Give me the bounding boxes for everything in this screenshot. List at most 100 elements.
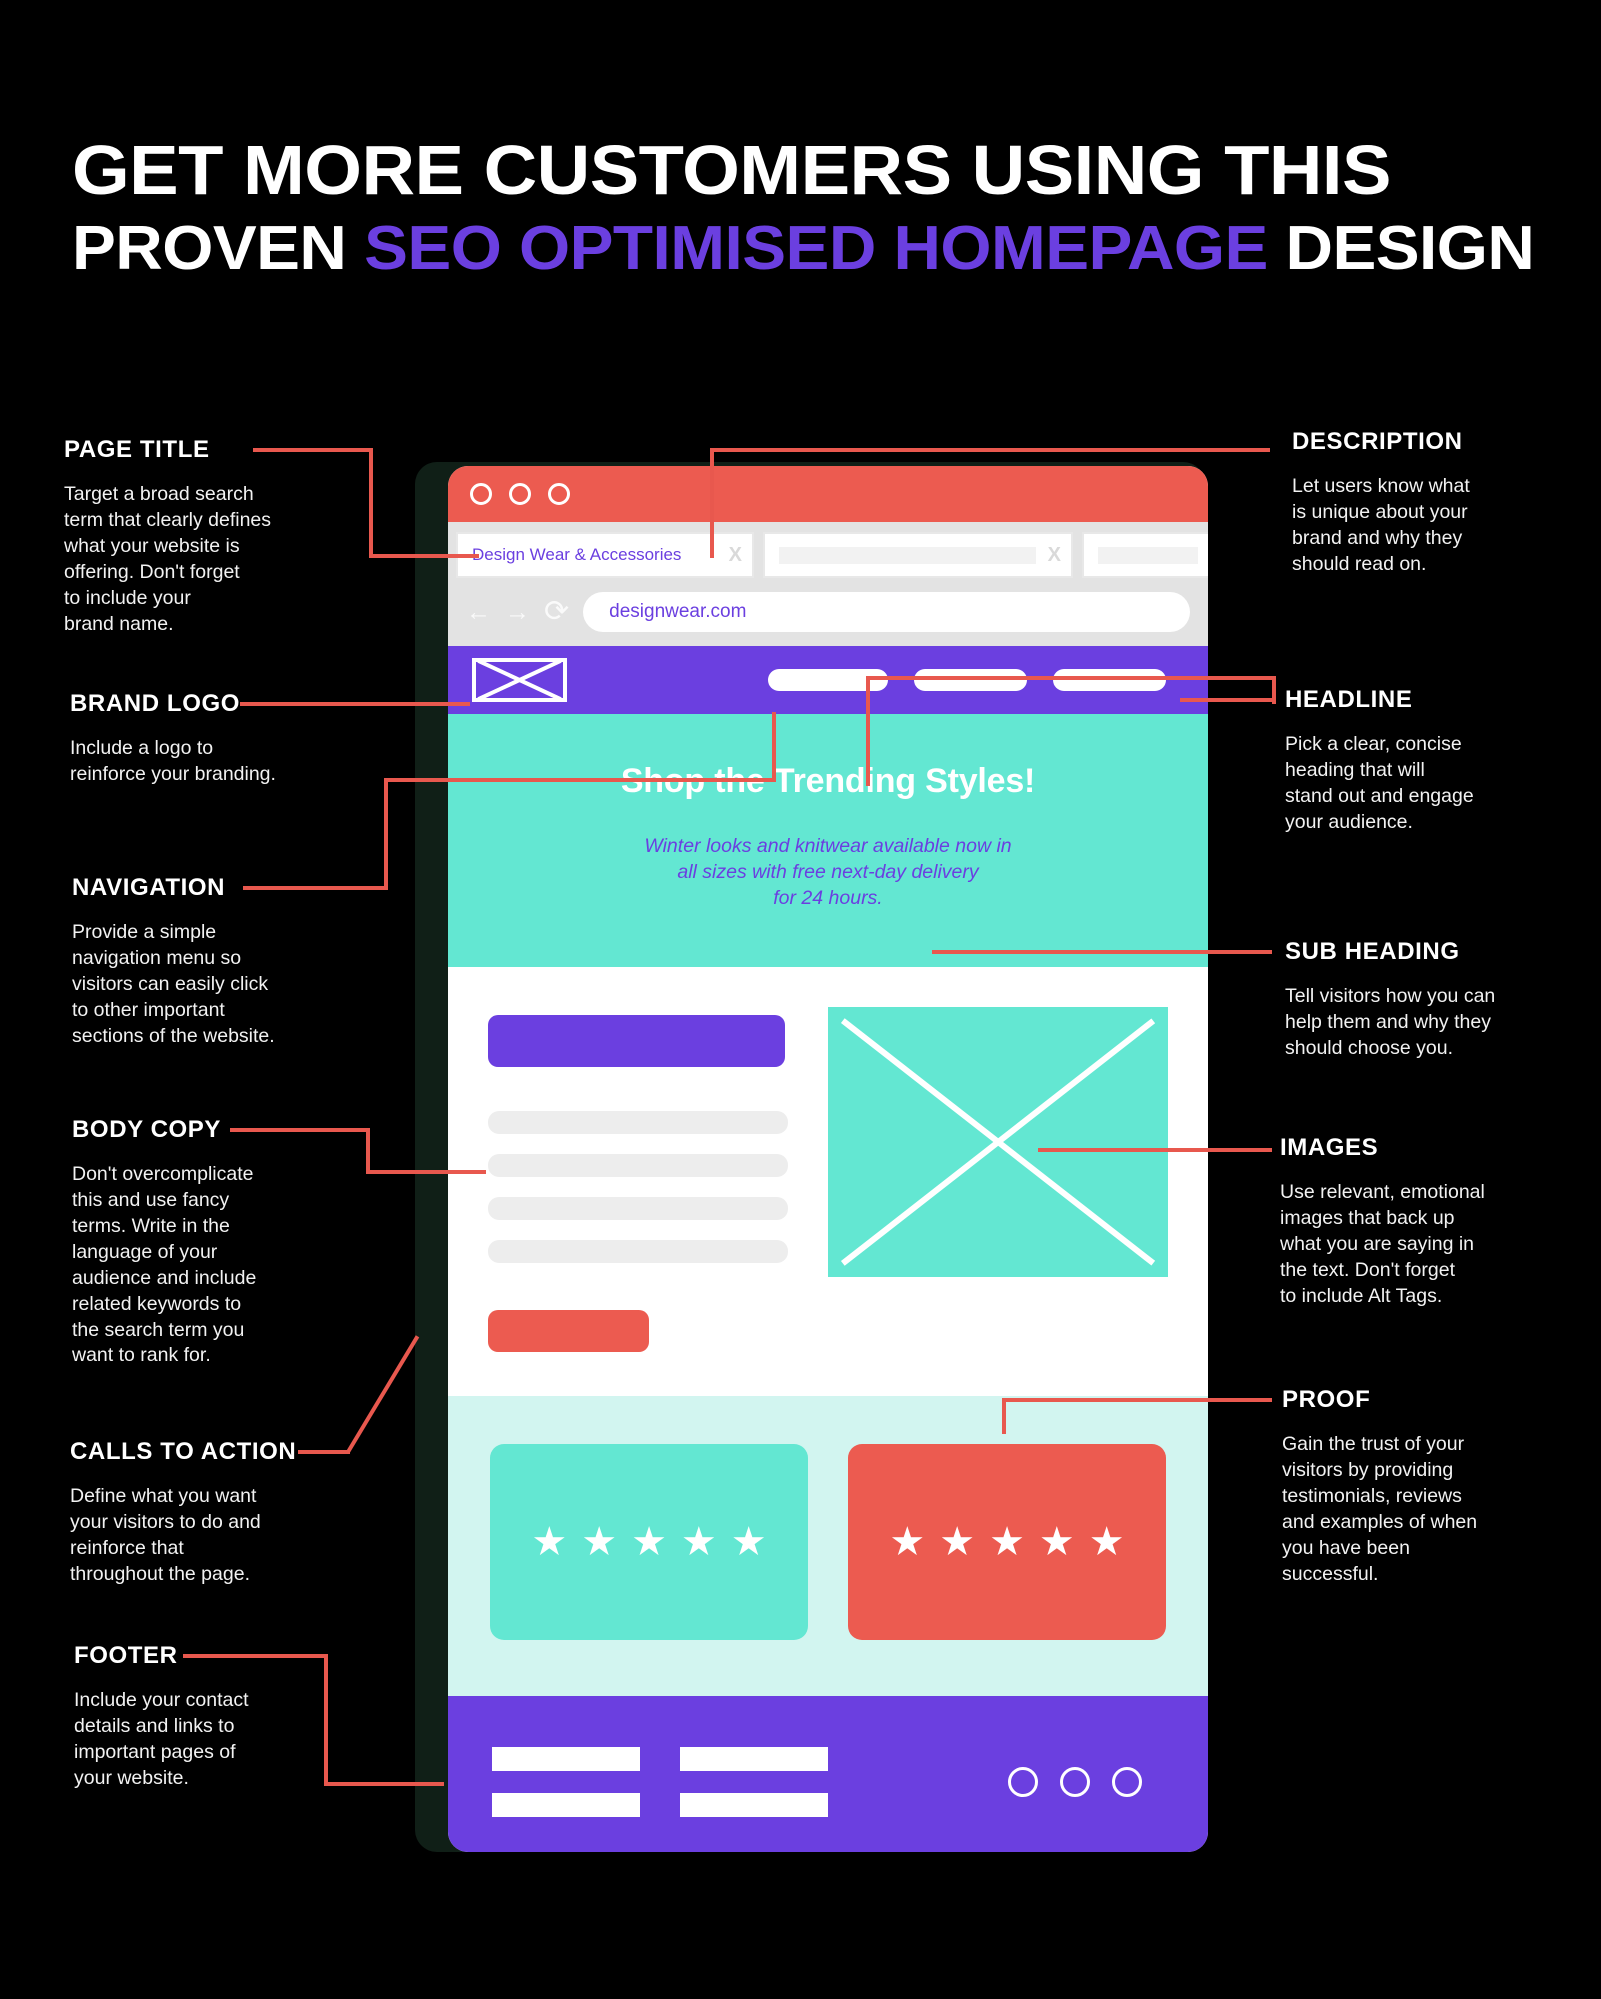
annotation-proof: PROOF Gain the trust of your visitors by… [1282,1386,1572,1588]
tab-close-icon[interactable]: X [1048,544,1061,567]
site-nav-links [768,669,1184,691]
star-icon: ★ [1038,1520,1075,1565]
annotation-page-title: PAGE TITLE Target a broad search term th… [64,436,354,638]
social-icon-2[interactable] [1060,1767,1090,1798]
annotation-images: IMAGES Use relevant, emotional images th… [1280,1134,1570,1310]
browser-urlbar: ← → ⟳ designwear.com [448,578,1208,646]
back-arrow-icon[interactable]: ← [466,599,491,625]
reload-icon[interactable]: ⟳ [544,597,569,627]
annotation-heading: FOOTER [74,1642,178,1669]
forward-arrow-icon[interactable]: → [505,599,530,625]
annotation-body: Use relevant, emotional images that back… [1280,1181,1485,1307]
tab-title-placeholder [779,546,1036,564]
social-icon-3[interactable] [1112,1767,1142,1798]
browser-tab-2[interactable]: X [763,532,1073,578]
footer-social-icons [1008,1767,1164,1798]
title-line-2-accent: SEO OPTIMISED HOMEPAGE [364,213,1268,283]
body-text-placeholder [488,1111,788,1264]
footer-link-3[interactable] [680,1747,828,1772]
star-icon: ★ [581,1520,618,1565]
browser-mockup: Design Wear & Accessories X X ← → ⟳ desi… [448,466,1208,1852]
title-line-1: GET MORE CUSTOMERS USING THIS [72,131,1392,209]
star-icon: ★ [631,1520,667,1565]
site-proof-section: ★ ★ ★ ★ ★ ★ ★ ★ ★ ★ [448,1396,1208,1697]
testimonial-card-1: ★ ★ ★ ★ ★ [490,1444,808,1641]
annotation-description: DESCRIPTION Let users know what is uniqu… [1292,428,1572,578]
minimize-dot-icon[interactable] [509,483,531,505]
star-icon: ★ [730,1520,767,1565]
title-line-2: PROVEN SEO OPTIMISED HOMEPAGE DESIGN [72,217,1601,280]
hero-sub-line-2: all sizes with free next-day delivery [677,861,979,884]
maximize-dot-icon[interactable] [548,483,570,505]
footer-link-2[interactable] [492,1793,640,1818]
footer-link-4[interactable] [680,1793,828,1818]
site-navbar [448,646,1208,714]
annotation-sub-heading: SUB HEADING Tell visitors how you can he… [1285,938,1575,1062]
body-text-line [488,1111,788,1135]
url-input[interactable]: designwear.com [583,592,1190,632]
annotation-heading: SUB HEADING [1285,938,1460,965]
footer-column-1 [492,1747,640,1818]
star-icon: ★ [1088,1520,1125,1565]
body-text-line [488,1154,788,1178]
annotation-navigation: NAVIGATION Provide a simple navigation m… [72,874,372,1050]
annotation-heading: BODY COPY [72,1116,221,1143]
star-icon: ★ [989,1520,1025,1565]
browser-tabstrip: Design Wear & Accessories X X [448,522,1208,578]
browser-tab-3[interactable] [1082,532,1208,578]
annotation-headline: HEADLINE Pick a clear, concise heading t… [1285,686,1565,836]
title-line-2-post: DESIGN [1267,213,1535,283]
annotation-body: Include your contact details and links t… [74,1689,249,1789]
body-text-line [488,1240,788,1264]
annotation-body-copy: BODY COPY Don't overcomplicate this and … [72,1116,372,1369]
site-body-right [828,1007,1168,1352]
cta-button[interactable] [488,1310,649,1353]
annotation-body: Provide a simple navigation menu so visi… [72,921,275,1047]
site-hero: Shop the Trending Styles! Winter looks a… [448,714,1208,968]
title-line-2-pre: PROVEN [72,213,365,283]
close-dot-icon[interactable] [470,483,492,505]
annotation-body: Define what you want your visitors to do… [70,1485,261,1585]
annotation-heading: CALLS TO ACTION [70,1438,297,1465]
annotation-body: Pick a clear, concise heading that will … [1285,733,1474,833]
tab-title-label: Design Wear & Accessories [472,545,682,564]
nav-link-1[interactable] [768,669,888,691]
footer-link-1[interactable] [492,1747,640,1772]
hero-subheading: Winter looks and knitwear available now … [508,833,1148,911]
hero-image-placeholder-icon [828,1007,1168,1278]
annotation-body: Don't overcomplicate this and use fancy … [72,1163,257,1367]
annotation-heading: HEADLINE [1285,686,1413,713]
star-icon: ★ [531,1520,568,1565]
body-heading-placeholder [488,1015,785,1068]
annotation-heading: PROOF [1282,1386,1371,1413]
annotation-heading: IMAGES [1280,1134,1379,1161]
annotation-heading: DESCRIPTION [1292,428,1463,455]
star-icon: ★ [889,1520,926,1565]
annotation-body: Include a logo to reinforce your brandin… [70,737,276,785]
brand-logo-icon[interactable] [472,658,567,702]
body-text-line [488,1197,788,1221]
hero-sub-line-3: for 24 hours. [773,887,883,910]
tab-title-placeholder [1098,546,1198,564]
annotation-footer: FOOTER Include your contact details and … [74,1642,374,1792]
site-body-section [448,967,1208,1397]
social-icon-1[interactable] [1008,1767,1038,1798]
star-icon: ★ [939,1520,976,1565]
nav-link-3[interactable] [1053,669,1166,691]
testimonial-card-2: ★ ★ ★ ★ ★ [848,1444,1166,1641]
annotation-heading: NAVIGATION [72,874,226,901]
annotation-body: Gain the trust of your visitors by provi… [1282,1433,1478,1585]
annotation-body: Tell visitors how you can help them and … [1285,985,1496,1059]
page-title: GET MORE CUSTOMERS USING THIS PROVEN SEO… [72,135,1542,279]
footer-column-2 [680,1747,828,1818]
annotation-calls-to-action: CALLS TO ACTION Define what you want you… [70,1438,370,1588]
annotation-brand-logo: BRAND LOGO Include a logo to reinforce y… [70,690,360,788]
star-icon: ★ [680,1520,717,1565]
browser-titlebar [448,466,1208,522]
annotation-heading: PAGE TITLE [64,436,210,463]
nav-link-2[interactable] [914,669,1027,691]
site-body-left [488,1007,788,1353]
hero-sub-line-1: Winter looks and knitwear available now … [644,835,1012,857]
tab-close-icon[interactable]: X [729,544,742,567]
annotation-body: Target a broad search term that clearly … [64,483,272,635]
